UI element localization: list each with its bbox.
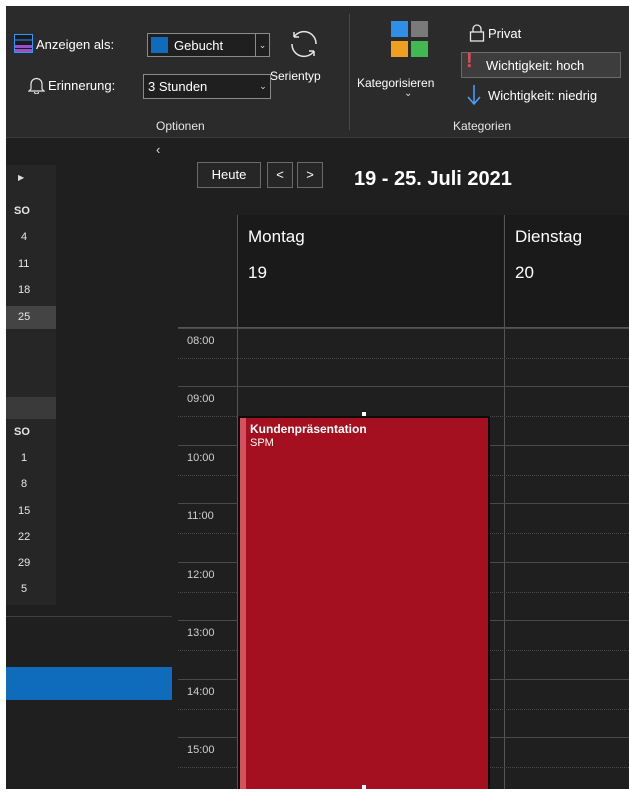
busy-color-swatch	[151, 37, 168, 53]
mini-calendar-day[interactable]: 1	[21, 452, 27, 464]
navigation-pane: ‹ ▶ SO 4 11 18 25 SO 1 8 15 22 29 5	[6, 139, 178, 789]
next-week-button[interactable]: >	[297, 162, 323, 188]
high-importance-label: Wichtigkeit: hoch	[486, 58, 585, 73]
mini-calendar-day[interactable]: 4	[21, 231, 27, 243]
appointment-title: Kundenpräsentation	[250, 422, 367, 436]
mini-calendar-day[interactable]: 22	[18, 531, 30, 543]
bell-icon	[27, 76, 46, 95]
show-as-icon	[14, 34, 33, 53]
appointment-location: SPM	[250, 437, 274, 449]
day-header-monday[interactable]: Montag 19	[238, 215, 503, 327]
high-importance-button[interactable]: ! Wichtigkeit: hoch	[461, 50, 621, 78]
mini-calendar-day[interactable]: 8	[21, 478, 27, 490]
recurrence-label[interactable]: Serientyp	[270, 69, 321, 83]
weekday-header: SO	[14, 426, 30, 438]
arrow-down-icon	[467, 84, 481, 106]
today-button[interactable]: Heute	[197, 162, 261, 188]
low-importance-label[interactable]: Wichtigkeit: niedrig	[488, 88, 597, 103]
time-label: 14:00	[187, 686, 215, 698]
show-as-dropdown[interactable]: Gebucht ⌄	[147, 33, 270, 57]
half-hour-line	[178, 358, 629, 359]
time-label: 15:00	[187, 744, 215, 756]
show-as-value: Gebucht	[174, 38, 224, 53]
reminder-label: Erinnerung:	[48, 78, 116, 93]
time-label: 10:00	[187, 452, 215, 464]
mini-calendar-day[interactable]: 11	[18, 258, 29, 270]
day-header-tuesday[interactable]: Dienstag 20	[505, 215, 629, 327]
lock-icon	[469, 24, 485, 42]
show-as-label: Anzeigen als:	[36, 37, 115, 52]
private-label[interactable]: Privat	[488, 26, 521, 41]
time-label: 13:00	[187, 627, 215, 639]
mini-calendar-month-divider	[6, 397, 56, 419]
appointment-resize-handle-top[interactable]	[362, 412, 366, 416]
appointment-status-bar	[240, 418, 246, 789]
day-number: 19	[248, 263, 267, 282]
mini-calendar-expand-icon[interactable]: ▶	[18, 173, 24, 182]
categories-group-label: Kategorien	[453, 119, 512, 133]
mini-calendar-day[interactable]: 29	[18, 557, 30, 569]
day-name: Montag	[248, 227, 305, 246]
time-label: 11:00	[187, 510, 214, 522]
selected-calendar-item[interactable]	[6, 667, 172, 700]
appointment-block[interactable]: Kundenpräsentation SPM	[238, 416, 490, 789]
hour-line	[178, 386, 629, 387]
reminder-dropdown[interactable]: 3 Stunden ⌄	[143, 74, 271, 99]
time-label: 08:00	[187, 335, 215, 347]
mini-calendar-day-current[interactable]: 25	[18, 311, 30, 323]
options-group-label: Optionen	[156, 119, 205, 133]
day-number: 20	[515, 263, 534, 282]
chevron-down-icon: ⌄	[404, 88, 413, 99]
recurrence-icon[interactable]	[284, 24, 324, 64]
ribbon-divider	[349, 14, 350, 130]
categorize-label[interactable]: Kategorisieren	[357, 76, 434, 90]
collapse-chevron-icon[interactable]: ‹	[156, 142, 160, 157]
mini-calendar-day[interactable]: 15	[18, 505, 30, 517]
calendar-view: Heute < > 19 - 25. Juli 2021 Montag 19 D…	[178, 139, 629, 789]
appointment-resize-handle-bottom[interactable]	[362, 785, 366, 789]
mini-calendar: ▶ SO 4 11 18 25 SO 1 8 15 22 29 5	[6, 165, 56, 605]
mini-calendar-day[interactable]: 5	[21, 583, 27, 595]
previous-week-button[interactable]: <	[267, 162, 293, 188]
chevron-down-icon: ⌄	[255, 34, 269, 56]
nav-divider	[6, 616, 172, 617]
day-column-divider	[504, 215, 505, 789]
exclamation-icon: !	[466, 50, 473, 72]
hour-line	[178, 328, 629, 329]
reminder-value: 3 Stunden	[148, 79, 208, 94]
chevron-down-icon: ⌄	[259, 81, 267, 91]
weekday-header: SO	[14, 205, 30, 217]
time-label: 12:00	[187, 569, 215, 581]
outlook-window: Anzeigen als: Gebucht ⌄ Serientyp Erinne…	[6, 6, 629, 789]
date-range-title: 19 - 25. Juli 2021	[354, 168, 512, 190]
categorize-icon[interactable]	[391, 21, 431, 59]
time-label: 09:00	[187, 393, 215, 405]
ribbon: Anzeigen als: Gebucht ⌄ Serientyp Erinne…	[6, 6, 629, 138]
current-week-highlight	[6, 306, 56, 329]
day-name: Dienstag	[515, 227, 583, 246]
mini-calendar-day[interactable]: 18	[18, 284, 30, 296]
